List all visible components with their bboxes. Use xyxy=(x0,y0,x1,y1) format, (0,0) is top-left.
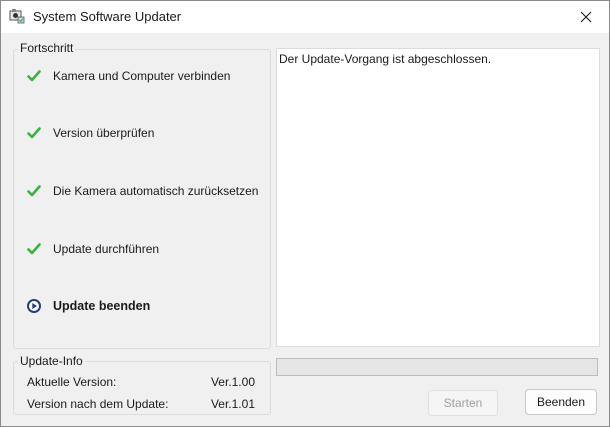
new-version-label: Version nach dem Update: xyxy=(27,397,169,411)
progress-group-legend: Fortschritt xyxy=(18,41,76,55)
check-icon xyxy=(27,126,41,140)
step-label: Kamera und Computer verbinden xyxy=(53,69,231,83)
step-label: Die Kamera automatisch zurücksetzen xyxy=(53,184,259,198)
updater-window: System Software Updater Fortschritt Kame… xyxy=(0,0,610,427)
step-check-version: Version überprüfen xyxy=(27,124,154,142)
update-progress-bar xyxy=(276,358,598,376)
start-button[interactable]: Starten xyxy=(428,390,498,416)
check-icon xyxy=(27,69,41,83)
step-connect: Kamera und Computer verbinden xyxy=(27,67,230,85)
title-bar: System Software Updater xyxy=(1,1,609,33)
new-version-row: Version nach dem Update: Ver.1.01 xyxy=(27,397,255,411)
log-output[interactable]: Der Update-Vorgang ist abgeschlossen. xyxy=(276,48,600,347)
finish-button[interactable]: Beenden xyxy=(525,389,597,415)
current-version-label: Aktuelle Version: xyxy=(27,375,117,389)
check-icon xyxy=(27,184,41,198)
window-title: System Software Updater xyxy=(33,9,182,24)
close-icon xyxy=(580,11,592,23)
step-label: Version überprüfen xyxy=(53,126,155,140)
step-label: Update durchführen xyxy=(53,242,160,256)
new-version-value: Ver.1.01 xyxy=(210,397,255,411)
step-reset-camera: Die Kamera automatisch zurücksetzen xyxy=(27,182,258,200)
log-message: Der Update-Vorgang ist abgeschlossen. xyxy=(279,52,492,66)
update-info-legend: Update-Info xyxy=(18,354,85,368)
step-finish-update: Update beenden xyxy=(27,297,150,315)
current-version-row: Aktuelle Version: Ver.1.00 xyxy=(27,375,255,389)
play-circle-icon xyxy=(27,299,41,313)
check-icon xyxy=(27,242,41,256)
camera-icon xyxy=(9,8,25,24)
current-version-value: Ver.1.00 xyxy=(210,375,255,389)
step-perform-update: Update durchführen xyxy=(27,240,159,258)
step-label: Update beenden xyxy=(53,299,151,313)
close-button[interactable] xyxy=(563,1,609,33)
